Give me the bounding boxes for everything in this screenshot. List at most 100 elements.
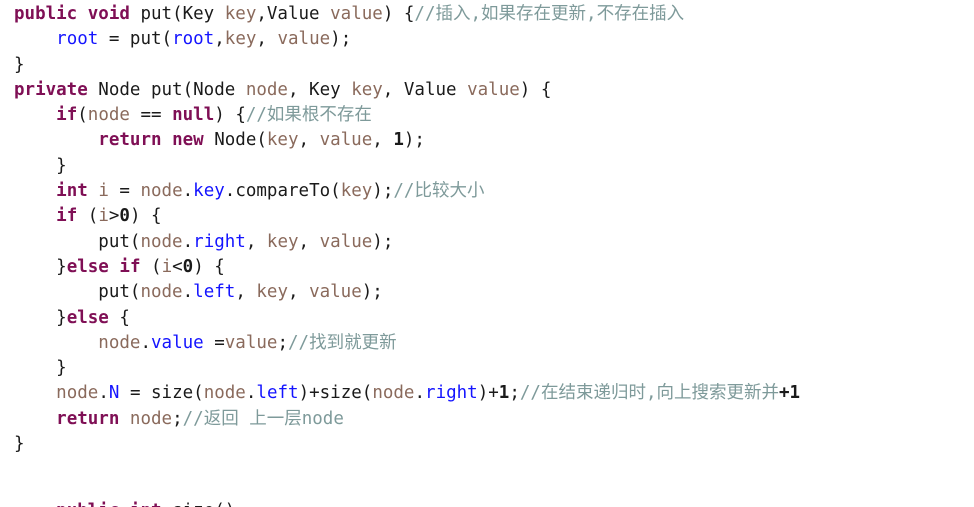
token-plain: . (182, 231, 194, 252)
token-param: node (98, 332, 141, 353)
token-kw: new (172, 130, 204, 151)
token-param: value (224, 332, 278, 353)
token-num: +1 (779, 383, 801, 404)
token-plain: ) { (193, 256, 225, 277)
token-plain: } (56, 358, 67, 379)
code-line: } (14, 154, 974, 179)
token-kw: int (130, 501, 162, 507)
token-plain: ); (330, 29, 352, 50)
token-plain: = size( (119, 383, 204, 404)
token-field: root (56, 29, 99, 50)
code-line: node.N = size(node.left)+size(node.right… (14, 381, 974, 406)
token-plain: Node( (203, 130, 267, 151)
token-param: value (277, 29, 331, 50)
token-plain: = (203, 332, 225, 353)
token-plain: .compareTo( (224, 181, 341, 202)
token-plain: ); (403, 130, 425, 151)
token-field: left (193, 282, 236, 303)
token-plain: < (172, 256, 183, 277)
token-kw: return (56, 408, 120, 429)
token-kw: null (172, 105, 215, 126)
token-plain: } (56, 307, 67, 328)
token-param: node (140, 231, 183, 252)
code-line: } (14, 432, 974, 457)
token-plain: )+size( (298, 383, 373, 404)
token-comment: //找到就更新 (288, 332, 397, 353)
token-comment: //返回 上一层node (182, 408, 344, 429)
token-param: key (256, 282, 288, 303)
token-plain: , Value (382, 79, 468, 100)
token-plain: ); (361, 282, 383, 303)
token-plain: ( (77, 105, 88, 126)
token-plain: , (245, 231, 267, 252)
code-line: public int size() (14, 499, 235, 507)
token-param: key (351, 79, 383, 100)
token-plain: = put( (98, 29, 173, 50)
token-plain: put( (98, 231, 141, 252)
token-param: i (98, 206, 109, 227)
code-viewer: public void put(Key key,Value value) {//… (0, 0, 974, 507)
token-plain: { (108, 307, 130, 328)
token-comment: //插入,如果存在更新,不存在插入 (414, 4, 685, 24)
token-field: key (193, 181, 225, 202)
token-num: 1 (498, 383, 510, 404)
code-line: int i = node.key.compareTo(key);//比较大小 (14, 179, 974, 204)
token-plain: ); (372, 181, 394, 202)
token-kw: if (119, 256, 141, 277)
token-param: node (140, 282, 183, 303)
token-param: node (245, 79, 288, 100)
token-param: value (319, 231, 373, 252)
token-kw: int (56, 181, 88, 202)
token-param: node (372, 383, 415, 404)
token-kw: else (66, 307, 109, 328)
token-plain: ) { (519, 79, 552, 100)
token-param: key (224, 29, 257, 50)
token-plain: > (108, 206, 120, 227)
token-field: left (256, 383, 299, 404)
token-param: value (467, 79, 520, 100)
code-line: } (14, 356, 974, 381)
code-line: }else if (i<0) { (14, 255, 974, 280)
token-kw: void (87, 4, 130, 24)
token-num: 0 (119, 206, 130, 227)
token-plain: } (56, 155, 67, 176)
token-num: 1 (393, 130, 404, 151)
token-comment: //在结束递归时,向上搜索更新并 (519, 383, 779, 404)
token-plain: , (298, 130, 320, 151)
token-param: key (340, 181, 373, 202)
token-plain: ,Value (256, 4, 331, 24)
token-field: right (193, 231, 246, 252)
token-param: node (140, 181, 183, 202)
token-param: key (224, 4, 257, 24)
code-line: } (14, 53, 974, 78)
token-plain: ) { (382, 4, 415, 24)
token-plain: , (235, 282, 257, 303)
code-line: root = put(root,key, value); (14, 27, 974, 52)
code-line: put(node.left, key, value); (14, 280, 974, 305)
token-kw: public (56, 501, 119, 507)
token-param: i (98, 181, 109, 202)
token-param: key (266, 130, 299, 151)
token-field: root (172, 29, 215, 50)
token-plain: . (182, 282, 194, 303)
token-kw: if (56, 206, 78, 227)
token-plain: put(Key (129, 4, 225, 24)
token-plain: . (140, 332, 151, 353)
token-comment: //比较大小 (393, 181, 485, 202)
token-plain: )+ (477, 383, 499, 404)
token-plain: , (256, 29, 278, 50)
